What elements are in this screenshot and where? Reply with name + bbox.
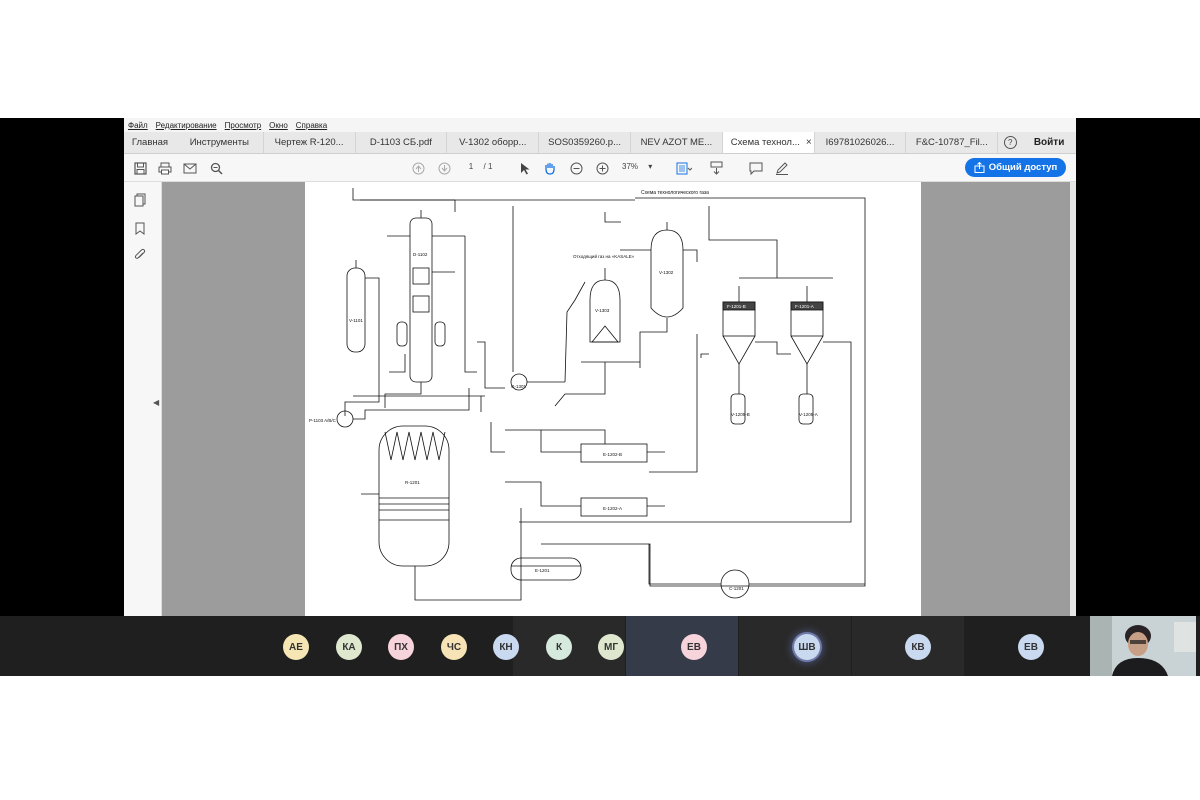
- pdf-page: Схема технологического газа V-1101 D-110…: [305, 182, 921, 616]
- label-offgas: Отходящий газ на «KASALE»: [573, 253, 635, 259]
- label-v1205b: V-1205-B: [731, 412, 750, 417]
- pdf-viewer-window: Файл Редактирование Просмотр Окно Справк…: [124, 118, 1076, 616]
- avatar[interactable]: АЕ: [283, 634, 309, 660]
- self-video-thumbnail[interactable]: [1090, 616, 1196, 676]
- comment-icon[interactable]: [748, 160, 764, 176]
- label-c1201: C-1201: [729, 586, 744, 591]
- avatar[interactable]: ПХ: [388, 634, 414, 660]
- zoom-search-icon[interactable]: [208, 160, 224, 176]
- zoom-value: 37%: [622, 162, 639, 171]
- help-button[interactable]: ?: [998, 132, 1022, 153]
- tab-tools[interactable]: Инструменты: [176, 132, 264, 153]
- collapse-sidebar-icon[interactable]: ◀: [153, 398, 159, 407]
- document-canvas[interactable]: Схема технологического газа V-1101 D-110…: [162, 182, 1070, 616]
- label-r1201: R-1201: [405, 480, 420, 485]
- tab-home[interactable]: Главная: [124, 132, 176, 153]
- avatar[interactable]: КН: [493, 634, 519, 660]
- pages-icon[interactable]: [132, 192, 148, 208]
- avatar[interactable]: К: [546, 634, 572, 660]
- label-v1205a: V-1205-A: [799, 412, 818, 417]
- tab-doc-r120[interactable]: Чертеж R-120...: [264, 132, 356, 153]
- chevron-down-icon: ▾: [648, 162, 653, 171]
- share-button[interactable]: Общий доступ: [965, 158, 1066, 177]
- toolbar: 1 / 1 37% ▾ Общий доступ: [124, 154, 1076, 182]
- avatar[interactable]: ЧС: [441, 634, 467, 660]
- avatar[interactable]: КВ: [905, 634, 931, 660]
- label-e1202a: E-1202-A: [603, 506, 622, 511]
- avatar[interactable]: МГ: [598, 634, 624, 660]
- zoom-in-icon[interactable]: [594, 160, 610, 176]
- menu-help[interactable]: Справка: [296, 121, 327, 130]
- left-sidebar: ◀: [124, 182, 162, 616]
- save-icon[interactable]: [132, 160, 148, 176]
- page-number-input[interactable]: 1: [464, 162, 478, 174]
- label-f1201a: F-1201-A: [795, 304, 814, 309]
- label-v1101: V-1101: [349, 318, 363, 323]
- next-page-icon[interactable]: [436, 160, 452, 176]
- avatar[interactable]: КА: [336, 634, 362, 660]
- label-v1302: V-1302: [659, 270, 674, 275]
- avatar-speaking[interactable]: ШВ: [794, 634, 820, 660]
- tab-doc-v1302[interactable]: V-1302 оборр...: [447, 132, 540, 153]
- bookmark-icon[interactable]: [132, 220, 148, 236]
- avatar[interactable]: ЕВ: [1018, 634, 1044, 660]
- login-button[interactable]: Войти: [1022, 132, 1076, 153]
- vertical-scrollbar[interactable]: [1070, 182, 1076, 616]
- menu-view[interactable]: Просмотр: [225, 121, 262, 130]
- menu-edit[interactable]: Редактирование: [156, 121, 217, 130]
- scroll-mode-icon[interactable]: [708, 160, 724, 176]
- cursor-icon[interactable]: [517, 160, 533, 176]
- close-icon[interactable]: ×: [806, 137, 812, 148]
- process-diagram: Схема технологического газа V-1101 D-110…: [309, 188, 866, 601]
- label-p1103: P-1103 A/B/C: [309, 418, 337, 423]
- label-f1201b: F-1201-B: [727, 304, 746, 309]
- tab-doc-d1103[interactable]: D-1103 СБ.pdf: [356, 132, 448, 153]
- page-total: / 1: [483, 162, 493, 171]
- menu-window[interactable]: Окно: [269, 121, 288, 130]
- label-e1201: E-1201: [535, 568, 550, 573]
- screen-share-area: Файл Редактирование Просмотр Окно Справк…: [0, 118, 1200, 676]
- help-icon: ?: [1003, 136, 1017, 149]
- draw-pen-icon[interactable]: [774, 160, 790, 176]
- tab-doc-active[interactable]: Схема технол... ×: [722, 132, 815, 153]
- hand-tool-icon[interactable]: [542, 160, 558, 176]
- prev-page-icon[interactable]: [410, 160, 426, 176]
- avatar[interactable]: ЕВ: [681, 634, 707, 660]
- diagram-title: Схема технологического газа: [641, 190, 709, 196]
- share-icon: [974, 162, 985, 173]
- video-call-participants-bar: АЕ КА ПХ ЧС КН К МГ ЕВ ШВ КВ ЕВ: [0, 616, 1200, 676]
- label-e1202b: E-1202-B: [603, 452, 622, 457]
- zoom-level[interactable]: 37% ▾: [622, 162, 652, 171]
- tab-bar: Главная Инструменты Чертеж R-120... D-11…: [124, 132, 1076, 154]
- tab-doc-i697[interactable]: I69781026026...: [815, 132, 907, 153]
- label-d1102: D-1102: [413, 252, 428, 257]
- menu-bar: Файл Редактирование Просмотр Окно Справк…: [124, 118, 1076, 132]
- zoom-out-icon[interactable]: [568, 160, 584, 176]
- tab-doc-nev-azot[interactable]: NEV AZOT ME...: [631, 132, 723, 153]
- label-v1303: V-1303: [595, 308, 610, 313]
- print-icon[interactable]: [157, 160, 173, 176]
- label-g1301: G-1301: [511, 384, 527, 389]
- menu-file[interactable]: Файл: [128, 121, 148, 130]
- email-icon[interactable]: [182, 160, 198, 176]
- share-label: Общий доступ: [988, 162, 1058, 173]
- tab-doc-fc[interactable]: F&C-10787_Fil...: [906, 132, 999, 153]
- tab-doc-sos[interactable]: SOS0359260.p...: [539, 132, 631, 153]
- fit-page-icon[interactable]: [676, 160, 692, 176]
- attachment-icon[interactable]: [132, 246, 148, 262]
- tab-active-label: Схема технол...: [730, 137, 800, 148]
